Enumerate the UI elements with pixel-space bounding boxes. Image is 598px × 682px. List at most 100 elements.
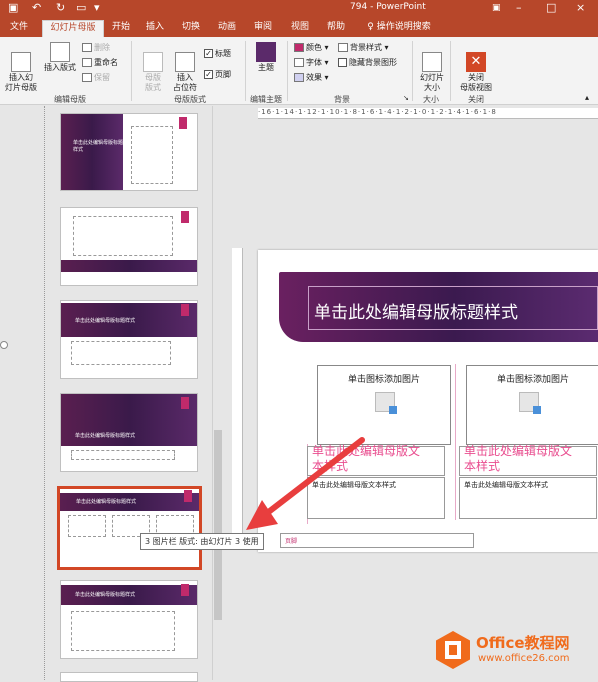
insert-picture-icon[interactable] [375,392,397,414]
dialog-launcher-icon[interactable]: ↘ [403,93,409,103]
placeholder-icon [175,52,195,72]
group-edit-master: 编辑母版 [54,95,86,104]
hide-background-checkbox[interactable]: 隐藏背景图形 [338,58,397,68]
insert-placeholder-button[interactable]: 插入 占位符 [170,42,200,93]
slide-thumbnail-2[interactable] [60,207,198,286]
themes-button[interactable]: 主题 [252,42,280,73]
thumb-title: 单击此处编辑母版标题样式 [75,318,136,324]
watermark-url: www.office26.com [478,653,570,664]
body-text-2[interactable]: 单击此处编辑母版文本样式 [464,480,548,490]
office-logo-icon [436,631,470,669]
group-master-layout: 母版版式 [174,95,206,104]
tab-transitions[interactable]: 切换 [178,20,204,37]
thumb-placeholder [73,216,173,256]
pin-icon [82,73,92,82]
ribbon-separator [287,41,288,101]
footer-placeholder[interactable]: 页脚 [280,533,474,548]
title-bar: ▣ ↶ ↻ ▭ ▾ 794 - PowerPoint ▣ – □ × [0,0,598,17]
thumb-tag [181,584,189,596]
ribbon-tabs: 文件 幻灯片母版 开始 插入 切换 动画 审阅 视图 帮助 ♀ 操作说明搜索 [0,17,598,37]
maximize-icon[interactable]: □ [546,1,556,15]
thumb-title: 单击此处编辑母版标题样式 [73,140,124,153]
tab-slide-master[interactable]: 幻灯片母版 [42,20,104,37]
redo-icon[interactable]: ↻ [56,1,65,15]
tell-me-search[interactable]: ♀ 操作说明搜索 [358,20,440,37]
tab-view[interactable]: 视图 [287,20,313,37]
tab-home[interactable]: 开始 [108,20,134,37]
effects-icon [294,73,304,82]
caption-text-2[interactable]: 单击此处编辑母版文 本样式 [464,444,572,474]
ribbon-display-icon[interactable]: ▣ [492,1,501,15]
thumb-placeholder [71,450,175,460]
thumb-placeholder [68,515,106,537]
slide-title[interactable]: 单击此处编辑母版标题样式 [314,298,518,323]
thumb-band [61,260,197,272]
slide-thumbnail-4[interactable]: 单击此处编辑母版标题样式 [60,393,198,472]
watermark-name: Office教程网 [476,634,570,652]
layout-icon [50,42,70,62]
watermark: Office教程网 www.office26.com [436,631,598,671]
undo-icon[interactable]: ↶ [32,1,41,15]
thumb-placeholder [71,341,171,365]
thumb-tag [181,397,189,409]
thumb-tag [184,490,192,502]
tab-insert[interactable]: 插入 [142,20,168,37]
thumb-tag [181,211,189,223]
thumb-placeholder [71,611,175,651]
delete-button[interactable]: 删除 [82,43,110,53]
slide-master-icon [11,52,31,72]
tab-review[interactable]: 审阅 [250,20,276,37]
close-x-icon: ✕ [466,52,486,72]
close-master-view-button[interactable]: ✕ 关闭 母版视图 [456,42,496,93]
scrollbar-thumb[interactable] [214,430,222,620]
fonts-button[interactable]: 字体 ▾ [294,58,329,68]
rename-button[interactable]: 重命名 [82,58,118,68]
window-title: 794 - PowerPoint [350,2,426,12]
pane-splitter-handle[interactable] [0,341,8,349]
colors-button[interactable]: 颜色 ▾ [294,43,329,53]
palette-icon [294,43,304,52]
insert-picture-icon[interactable] [519,392,541,414]
thumb-title: 单击此处编辑母版标题样式 [75,433,136,439]
tab-help[interactable]: 帮助 [323,20,349,37]
picture-placeholder-1[interactable]: 单击图标添加图片 [317,365,451,445]
thumb-tag [181,304,189,316]
caption-text-1[interactable]: 单击此处编辑母版文 本样式 [312,444,420,474]
picture-placeholder-2[interactable]: 单击图标添加图片 [466,365,598,445]
thumb-tag [179,117,187,129]
background-icon [338,43,348,52]
tab-animations[interactable]: 动画 [214,20,240,37]
insert-layout-button[interactable]: 插入版式 [42,42,78,73]
footer-checkbox[interactable]: ✓ 页脚 [204,70,231,80]
save-icon[interactable]: ▣ [8,1,18,15]
group-close: 关闭 [468,95,484,104]
slide-thumbnail-6[interactable]: 单击此处编辑母版标题样式 [60,580,198,659]
lightbulb-icon: ♀ [367,22,374,32]
slide-thumbnail-5-selected[interactable]: 单击此处编辑母版标题样式 [57,486,202,570]
background-styles-button[interactable]: 背景样式 ▾ [338,43,389,53]
minimize-icon[interactable]: – [516,1,522,15]
group-background: 背景 [334,95,350,104]
effects-button[interactable]: 效果 ▾ [294,73,329,83]
slideshow-icon[interactable]: ▭ [76,1,86,15]
tab-file[interactable]: 文件 [4,20,34,37]
vertical-ruler [232,248,243,548]
slide-size-button[interactable]: 幻灯片 大小 [418,42,446,93]
master-layout-button[interactable]: 母版 版式 [140,42,166,93]
layout-tooltip: 3 图片栏 版式: 由幻灯片 3 使用 [140,533,264,550]
slide-thumbnail-1[interactable]: 单击此处编辑母版标题样式 [60,113,198,191]
slide-size-icon [422,52,442,72]
thumb-placeholder [131,126,173,184]
layout-connector-line [44,106,45,680]
collapse-ribbon-icon[interactable]: ▴ [585,93,589,103]
close-icon[interactable]: × [576,1,585,15]
customize-qat-icon[interactable]: ▾ [94,1,100,15]
insert-slide-master-button[interactable]: 插入幻 灯片母版 [4,42,38,93]
font-icon [294,58,304,67]
title-checkbox[interactable]: ✓ 标题 [204,49,231,59]
body-text-1[interactable]: 单击此处编辑母版文本样式 [312,480,396,490]
ribbon: 插入幻 灯片母版 插入版式 删除 重命名 保留 编辑母版 母版 版式 插入 占位… [0,37,598,105]
slide-thumbnail-7[interactable] [60,672,198,682]
slide-thumbnail-3[interactable]: 单击此处编辑母版标题样式 [60,300,198,379]
preserve-button[interactable]: 保留 [82,73,110,83]
